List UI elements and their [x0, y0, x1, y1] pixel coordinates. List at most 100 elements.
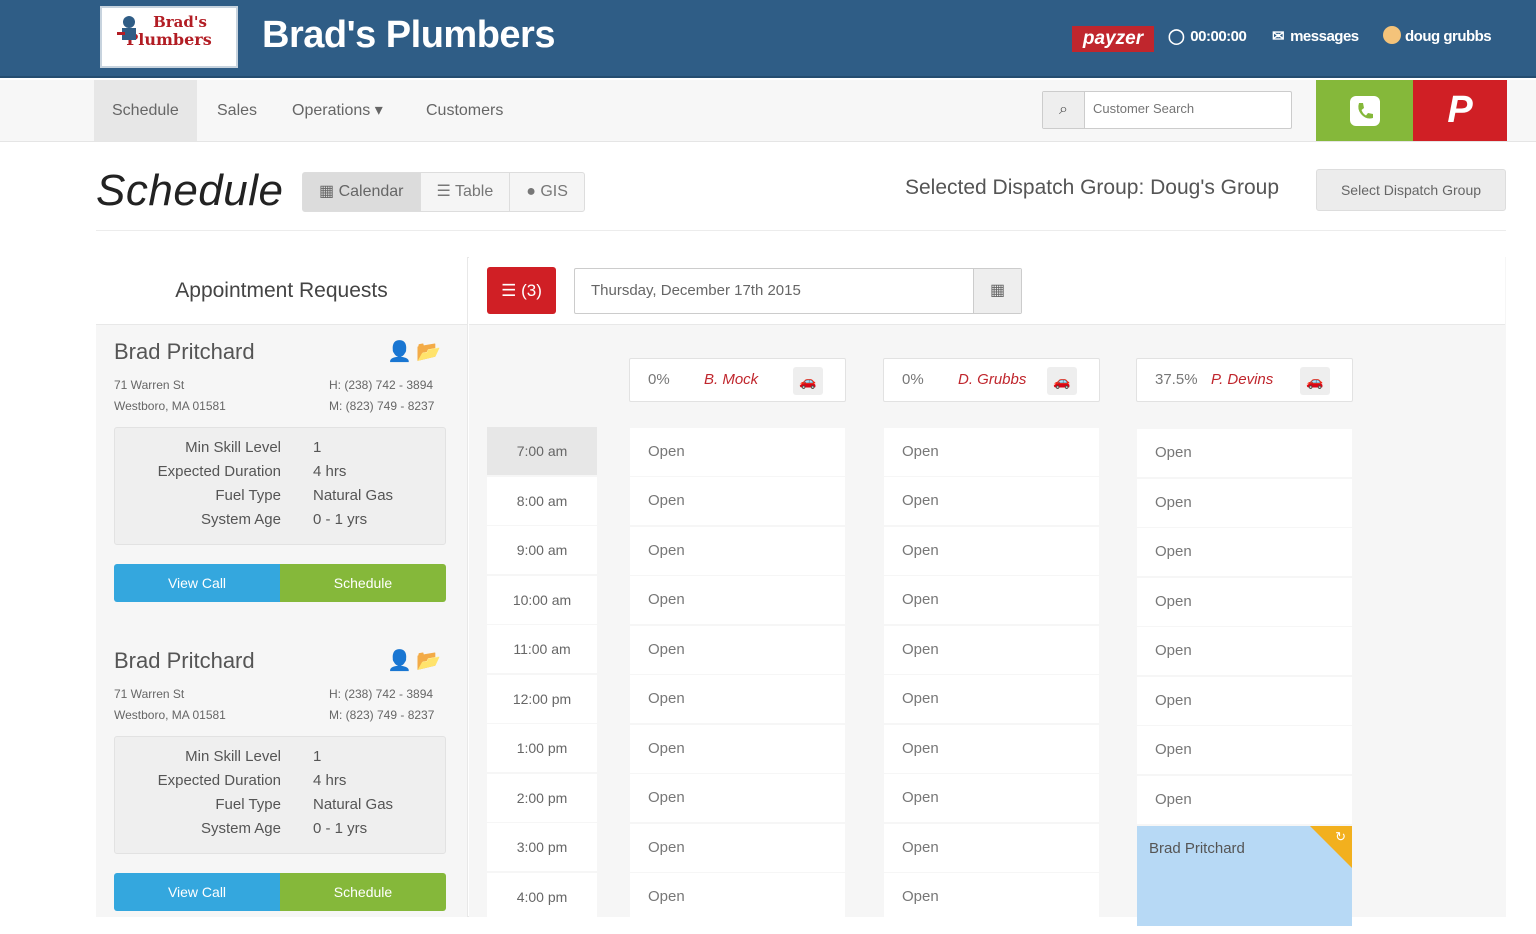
folder-icon[interactable]: 📂: [416, 341, 445, 363]
time-slot-label: 12:00 pm: [487, 675, 597, 723]
scheduled-appointment[interactable]: Brad Pritchard ↻: [1137, 826, 1352, 926]
card-buttons: View Call Schedule: [114, 873, 446, 911]
open-slot[interactable]: Open: [1137, 726, 1352, 774]
open-slot[interactable]: Open: [1137, 479, 1352, 527]
calendar-view-button[interactable]: ▦ Calendar: [303, 173, 421, 211]
gis-view-button[interactable]: ● GIS: [510, 173, 584, 211]
select-dispatch-group-button[interactable]: Select Dispatch Group: [1316, 169, 1506, 211]
open-slot[interactable]: Open: [884, 824, 1099, 872]
open-slot[interactable]: Open: [630, 527, 845, 575]
open-slot[interactable]: Open: [884, 428, 1099, 476]
detail-row: Expected Duration 4 hrs: [115, 769, 447, 793]
open-slot[interactable]: Open: [884, 675, 1099, 723]
company-logo[interactable]: Brad's Plumbers: [100, 6, 238, 68]
card-buttons: View Call Schedule: [114, 564, 446, 602]
nav-operations-dropdown[interactable]: Operations ▾: [274, 80, 401, 141]
nav-sales[interactable]: Sales: [199, 80, 275, 141]
request-list-button[interactable]: ☰ (3): [487, 267, 556, 314]
open-slot[interactable]: Open: [884, 873, 1099, 921]
detail-row: Fuel Type Natural Gas: [115, 793, 447, 817]
detail-value: 4 hrs: [313, 772, 347, 789]
table-view-label: Table: [455, 183, 494, 200]
open-slot[interactable]: Open: [630, 428, 845, 476]
tech-header: 37.5% P. Devins 🚗: [1136, 358, 1353, 402]
tech-name[interactable]: B. Mock: [704, 371, 758, 388]
open-slot[interactable]: Open: [884, 477, 1099, 525]
detail-key: Fuel Type: [215, 487, 281, 504]
open-slot[interactable]: Open: [1137, 627, 1352, 675]
open-slot[interactable]: Open: [630, 824, 845, 872]
phone-icon: [1349, 95, 1380, 126]
date-input[interactable]: Thursday, December 17th 2015: [591, 282, 801, 299]
detail-row: Fuel Type Natural Gas: [115, 484, 447, 508]
tech-name[interactable]: P. Devins: [1211, 371, 1273, 388]
open-slot[interactable]: Open: [630, 873, 845, 921]
messages-link[interactable]: ✉ messages: [1272, 26, 1359, 48]
detail-key: System Age: [200, 511, 281, 528]
request-details: Min Skill Level 1 Expected Duration 4 hrs …: [114, 427, 446, 545]
phone-button[interactable]: [1316, 80, 1413, 141]
open-slot[interactable]: Open: [884, 725, 1099, 773]
brand-title: Brad's Plumbers: [262, 14, 555, 56]
time-slot-label: 9:00 am: [487, 526, 597, 574]
open-slot[interactable]: Open: [884, 527, 1099, 575]
tech-header: 0% D. Grubbs 🚗: [883, 358, 1100, 402]
nav-bar: Schedule Sales Operations ▾ Customers: [0, 80, 1536, 142]
appointment-customer: Brad Pritchard: [1149, 840, 1245, 857]
car-icon[interactable]: 🚗: [793, 367, 823, 395]
plumber-mascot-icon: [117, 16, 136, 40]
nav-schedule[interactable]: Schedule: [94, 80, 197, 141]
car-icon[interactable]: 🚗: [1300, 367, 1330, 395]
payzer-p-button[interactable]: P: [1413, 80, 1507, 141]
schedule-button[interactable]: Schedule: [280, 873, 446, 911]
open-slot[interactable]: Open: [1137, 578, 1352, 626]
user-icon[interactable]: 👤: [387, 650, 416, 672]
nav-customers[interactable]: Customers: [408, 80, 521, 141]
timer[interactable]: ◯ 00:00:00: [1168, 26, 1247, 48]
tech-name[interactable]: D. Grubbs: [958, 371, 1026, 388]
calendar-icon[interactable]: ▦: [973, 269, 1021, 313]
view-call-button[interactable]: View Call: [114, 873, 280, 911]
detail-value: 0 - 1 yrs: [313, 511, 368, 528]
open-slot[interactable]: Open: [1137, 528, 1352, 576]
open-slot[interactable]: Open: [630, 675, 845, 723]
user-icon[interactable]: 👤: [387, 341, 416, 363]
open-slot[interactable]: Open: [630, 626, 845, 674]
selected-dispatch-group: Selected Dispatch Group: Doug's Group: [905, 176, 1280, 199]
schedule-button[interactable]: Schedule: [280, 564, 446, 602]
mobile-phone: M: (823) 749 - 8237: [329, 399, 435, 413]
refresh-icon[interactable]: ↻: [1335, 829, 1346, 845]
address-line-1: 71 Warren St: [114, 378, 185, 392]
gis-view-label: GIS: [540, 183, 568, 200]
user-menu[interactable]: doug grubbs: [1383, 26, 1492, 48]
table-view-button[interactable]: ☰ Table: [421, 173, 511, 211]
home-phone: H: (238) 742 - 3894: [329, 378, 434, 392]
open-slot[interactable]: Open: [884, 626, 1099, 674]
customer-search-input[interactable]: [1093, 101, 1283, 116]
open-slot[interactable]: Open: [630, 725, 845, 773]
open-slot[interactable]: Open: [630, 576, 845, 624]
user-name: doug grubbs: [1405, 28, 1492, 45]
detail-row: Min Skill Level 1: [115, 745, 447, 769]
folder-icon[interactable]: 📂: [416, 650, 445, 672]
open-slot[interactable]: Open: [884, 774, 1099, 822]
view-call-button[interactable]: View Call: [114, 564, 280, 602]
open-slot[interactable]: Open: [630, 477, 845, 525]
open-slot[interactable]: Open: [884, 576, 1099, 624]
open-slot[interactable]: Open: [1137, 677, 1352, 725]
payzer-logo[interactable]: payzer: [1072, 26, 1154, 52]
avatar-icon: [1383, 26, 1401, 44]
car-icon[interactable]: 🚗: [1047, 367, 1077, 395]
time-slot-label: 8:00 am: [487, 477, 597, 525]
customer-search: ⌕: [1042, 91, 1292, 129]
open-slot[interactable]: Open: [1137, 429, 1352, 477]
request-card: Brad Pritchard 👤📂 71 Warren St Westboro,…: [96, 634, 467, 934]
open-slot[interactable]: Open: [1137, 776, 1352, 824]
tech-utilization: 0%: [648, 371, 670, 388]
detail-value: 1: [313, 439, 322, 456]
messages-label: messages: [1290, 28, 1359, 45]
search-icon[interactable]: ⌕: [1043, 92, 1085, 128]
open-slot[interactable]: Open: [630, 774, 845, 822]
time-slot-label: 2:00 pm: [487, 774, 597, 822]
detail-value: 4 hrs: [313, 463, 347, 480]
